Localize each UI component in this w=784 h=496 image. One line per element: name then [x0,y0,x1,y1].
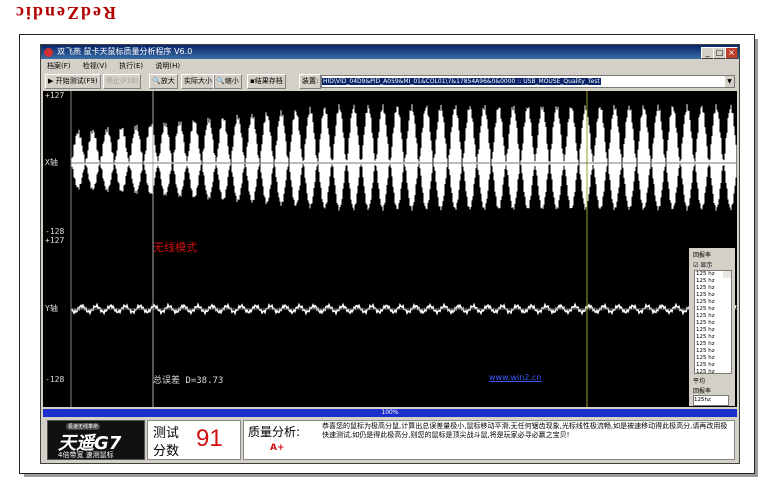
average-label: 平均 [693,378,706,385]
magnifier-icon: 🔍 [216,77,225,85]
close-button[interactable]: × [725,47,738,59]
total-error-text: 总误差 D=38.73 [153,376,224,386]
logo-sub: 4倍带宽 速测鼠标 [58,451,114,459]
rate-list-item[interactable]: 125 hz [695,348,731,355]
rate-list-item[interactable]: 125 hz [695,341,731,348]
menu-view[interactable]: 检视(V) [83,62,107,70]
score-label-1: 测试 [153,426,180,441]
waveform-display: +127 X轴 -128 +127 Y轴 -128 无线模式 总误差 D=38.… [43,91,737,407]
average-rate-value: 125hz [693,395,729,406]
actual-size-button[interactable]: 实际大小 [181,74,215,89]
stop-button[interactable]: 停止(F10) [103,74,142,89]
brand-logo: 极速无线革命 天遥G7 4倍带宽 速测鼠标 [47,420,145,460]
menu-file[interactable]: 档案(F) [47,62,71,70]
chevron-down-icon[interactable]: ▼ [725,76,734,87]
zoom-in-label: 放大 [160,77,175,85]
progress-text: 100% [381,409,399,416]
watermark-text: RedZendic [14,3,117,23]
save-result-label: 结果存档 [254,77,283,85]
rate-list-item[interactable]: 125 hz [695,327,731,334]
window-title: 双飞燕 鼠卡天鼠标质量分析程序 V6.0 [57,47,193,56]
x-wave-path [70,104,737,211]
toolbar: ▶ 开始测试(F9) 停止(F10) 🔍放大 实际大小 🔍缩小 ▪结果存档 装置… [41,73,739,89]
zoom-out-label: 缩小 [224,77,239,85]
score-label-2: 分数 [153,444,180,459]
rate-list-item[interactable]: 125 hz [695,299,731,306]
quality-text: 恭喜您的鼠标为极高分鼠,计算出总误差量极小,鼠标移动平滑,无任何锯齿现象,光标线… [322,422,728,439]
device-select-value: HID\VID_04D9&PID_A059&MI_01&COL01\7&1785… [322,78,601,85]
score-box: 测试 分数 91 [147,420,241,460]
title-bar: 双飞燕 鼠卡天鼠标质量分析程序 V6.0 _ □ × [41,45,739,59]
app-icon [44,48,53,57]
zoom-in-button[interactable]: 🔍放大 [149,74,178,89]
show-checkbox-label: 显示 [700,262,713,269]
quality-label: 质量分析: [248,425,301,439]
rate-list-item[interactable]: 125 hz [695,292,731,299]
menu-help[interactable]: 说明(H) [155,62,180,70]
y-axis-bottom-label: -128 [45,375,65,384]
rate-list-item[interactable]: 125 hz [695,313,731,320]
device-select[interactable]: HID\VID_04D9&PID_A059&MI_01&COL01\7&1785… [321,75,735,88]
quality-grade: A+ [270,443,285,453]
rate-list-item[interactable]: 125 hz [695,306,731,313]
rate-list-item[interactable]: 125 hz [695,369,731,373]
start-test-button[interactable]: ▶ 开始测试(F9) [45,74,101,89]
magnifier-icon: 🔍 [152,77,161,85]
x-axis-bottom-label: -128 [45,227,65,236]
x-axis-top-label: +127 [45,91,65,100]
report-rate-panel: 回报率 ☑ 显示 125 hz 125 hz 125 hz 125 hz 125 hz 1… [689,248,735,406]
y-axis-label: Y轴 [45,304,58,313]
rate-list-item[interactable]: 125 hz [695,278,731,285]
report-rate-list[interactable]: 125 hz 125 hz 125 hz 125 hz 125 hz 125 hz 125 … [694,270,732,374]
mode-text: 无线模式 [153,241,197,254]
zoom-out-button[interactable]: 🔍缩小 [213,74,242,89]
list-scrollbar[interactable] [723,271,731,278]
rate-list-item[interactable]: 125 hz [695,355,731,362]
save-result-button[interactable]: ▪结果存档 [247,74,286,89]
app-window: 双飞燕 鼠卡天鼠标质量分析程序 V6.0 _ □ × 档案(F) 检视(V) 执… [40,44,740,464]
quality-analysis-box: 质量分析: A+ 恭喜您的鼠标为极高分鼠,计算出总误差量极小,鼠标移动平滑,无任… [243,420,735,460]
show-checkbox[interactable]: ☑ 显示 [693,260,712,269]
result-area: 极速无线革命 天遥G7 4倍带宽 速测鼠标 测试 分数 91 质量分析: A+ … [43,418,737,462]
x-axis-label: X轴 [45,158,58,167]
menu-run[interactable]: 执行(E) [119,62,143,70]
website-link[interactable]: www.win2.cn [489,373,541,382]
report-rate-title: 回报率 [693,252,712,259]
average-rate-label: 回报率 [693,388,712,395]
progress-bar: 100% [43,409,737,417]
rate-list-item[interactable]: 125 hz [695,334,731,341]
menu-bar: 档案(F) 检视(V) 执行(E) 说明(H) [41,60,739,72]
rate-list-item[interactable]: 125 hz [695,320,731,327]
x-axis-waveform [70,104,737,211]
score-value: 91 [196,425,223,452]
rate-list-item[interactable]: 125 hz [695,362,731,369]
checkbox-icon: ☑ [693,262,699,269]
waveform-svg [70,91,737,407]
device-label: 装置: [299,74,322,89]
rate-list-item[interactable]: 125 hz [695,285,731,292]
y-axis-top-label: +127 [45,236,65,245]
